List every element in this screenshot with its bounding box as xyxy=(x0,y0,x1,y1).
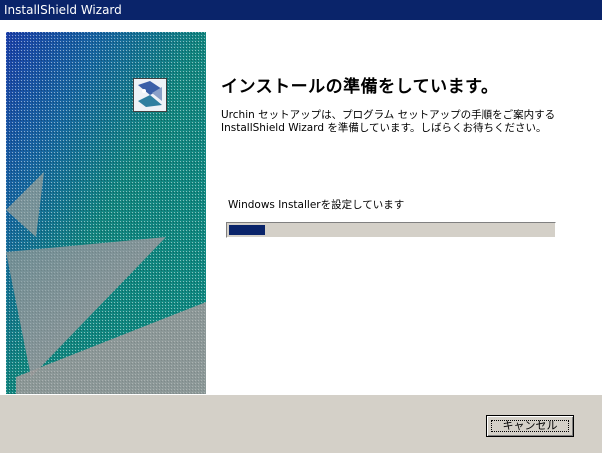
progress-bar-fill xyxy=(229,225,265,235)
progress-status-text: Windows Installerを設定しています xyxy=(228,199,405,211)
wizard-content-area: インストールの準備をしています。 Urchin セットアップは、プログラム セッ… xyxy=(0,20,602,394)
wizard-button-bar: キャンセル xyxy=(0,394,602,453)
window-title: InstallShield Wizard xyxy=(4,3,122,17)
window-title-bar[interactable]: InstallShield Wizard xyxy=(0,0,602,20)
installshield-wizard-window: InstallShield Wizard インストールの準備をしています。 Ur… xyxy=(0,0,602,453)
installshield-wizard-icon xyxy=(133,78,167,112)
progress-bar xyxy=(226,222,556,238)
wizard-side-banner xyxy=(6,32,206,394)
page-heading: インストールの準備をしています。 xyxy=(221,77,499,97)
wizard-description: Urchin セットアップは、プログラム セットアップの手順をご案内する Ins… xyxy=(221,109,556,134)
cancel-button-label: キャンセル xyxy=(502,419,558,432)
cancel-button[interactable]: キャンセル xyxy=(486,415,574,437)
installshield-banner-graphic xyxy=(6,32,206,394)
